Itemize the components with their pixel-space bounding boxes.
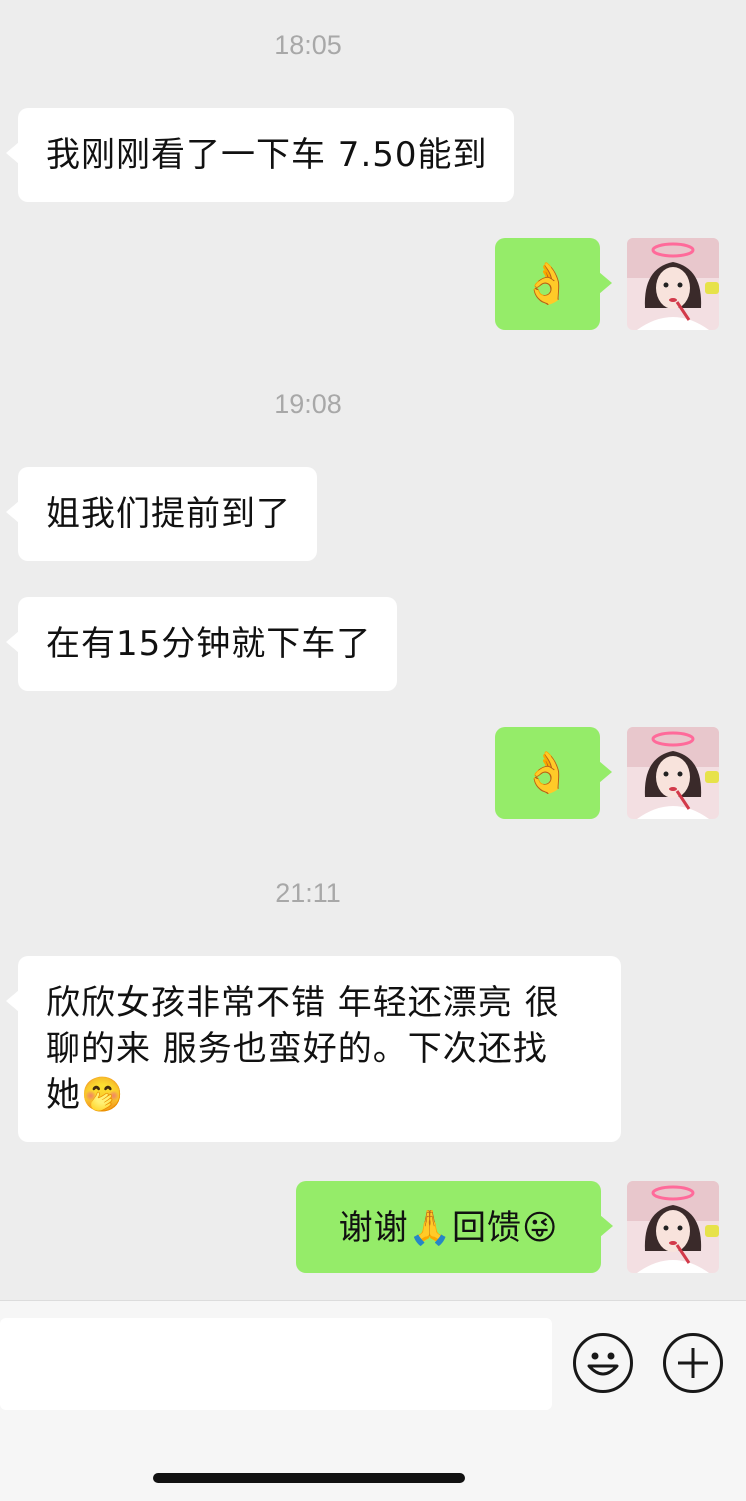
- home-indicator[interactable]: [153, 1473, 465, 1483]
- incoming-message[interactable]: 姐我们提前到了: [6, 467, 317, 561]
- avatar-icon[interactable]: [627, 727, 719, 819]
- smiley-icon[interactable]: [573, 1333, 633, 1393]
- incoming-message[interactable]: 在有15分钟就下车了: [5, 597, 398, 691]
- avatar-image: [627, 1181, 719, 1273]
- outgoing-message[interactable]: 谢谢🙏回馈😜: [296, 1181, 613, 1273]
- avatar-image: [627, 238, 719, 330]
- message-line: 她🤭: [46, 1075, 125, 1115]
- message-line: 欣欣女孩非常不错 年轻还漂亮 很: [46, 983, 560, 1023]
- message-input[interactable]: [0, 1318, 552, 1410]
- smiley-icon-glyph: [587, 1352, 619, 1376]
- outgoing-message[interactable]: 👌: [495, 238, 612, 330]
- message-text: 姐我们提前到了: [46, 494, 291, 534]
- ok-hand-emoji: 👌: [522, 750, 573, 796]
- plus-icon[interactable]: [663, 1333, 723, 1393]
- timestamp: 21:11: [275, 878, 341, 908]
- timestamp: 18:05: [274, 30, 342, 60]
- outgoing-message[interactable]: 👌: [495, 727, 612, 819]
- message-text: 在有15分钟就下车了: [46, 624, 372, 664]
- message-line: 聊的来 服务也蛮好的。下次还找: [46, 1029, 548, 1069]
- plus-icon-glyph: [678, 1348, 708, 1378]
- avatar-image: [627, 727, 719, 819]
- incoming-message[interactable]: 欣欣女孩非常不错 年轻还漂亮 很 聊的来 服务也蛮好的。下次还找 她🤭: [6, 956, 621, 1142]
- input-bar: [0, 1300, 746, 1501]
- avatar-icon[interactable]: [627, 1181, 719, 1273]
- incoming-message[interactable]: 我刚刚看了一下车 7.50能到: [6, 108, 514, 202]
- avatar-icon[interactable]: [627, 238, 719, 330]
- message-text: 谢谢🙏回馈😜: [338, 1208, 559, 1248]
- ok-hand-emoji: 👌: [522, 261, 573, 307]
- timestamp: 19:08: [274, 389, 342, 419]
- message-text: 我刚刚看了一下车 7.50能到: [46, 135, 488, 175]
